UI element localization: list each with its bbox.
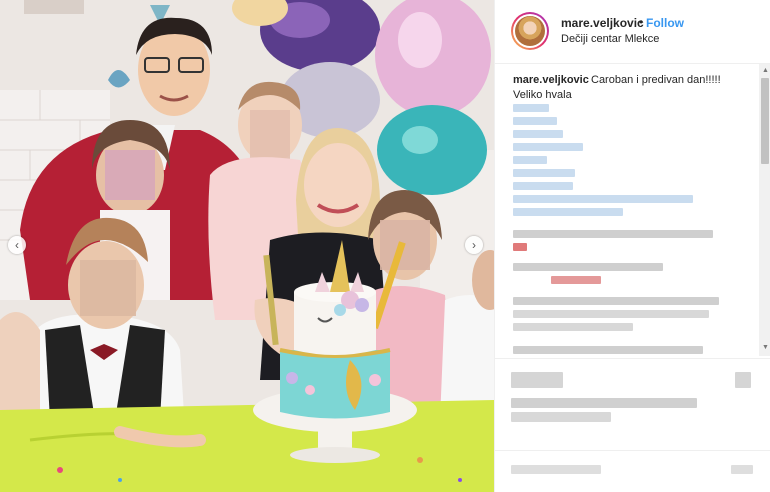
blurred-hashtag — [513, 208, 623, 216]
blurred-hashtag — [513, 156, 547, 164]
bookmark-icon-blurred[interactable] — [735, 372, 751, 388]
scroll-down-icon[interactable]: ▼ — [762, 344, 769, 351]
post-photo: ‹ › — [0, 0, 494, 492]
caption-username[interactable]: mare.veljkovic — [513, 74, 589, 86]
add-comment-blurred[interactable] — [511, 465, 601, 474]
caption-text: Caroban i predivan dan!!!!! — [591, 74, 721, 86]
blurred-comment — [513, 297, 719, 305]
likes-blurred-line2[interactable] — [511, 412, 611, 422]
follow-button[interactable]: Follow — [646, 16, 684, 30]
blurred-comment — [513, 263, 663, 271]
previous-photo-button[interactable]: ‹ — [8, 236, 26, 254]
blurred-hashtag — [513, 104, 549, 112]
avatar-image — [515, 16, 545, 46]
next-photo-button[interactable]: › — [465, 236, 483, 254]
comments-scrollbar[interactable]: ▲ ▼ — [759, 64, 770, 356]
blurred-hashtag — [513, 143, 583, 151]
blurred-hashtag — [513, 195, 693, 203]
action-icons-blurred[interactable] — [511, 372, 563, 388]
location-link[interactable]: Dečiji centar Mlekce — [561, 33, 659, 45]
header-username-link[interactable]: mare.veljkovic — [561, 16, 644, 30]
blurred-hashtag — [513, 130, 563, 138]
blurred-comment — [513, 346, 703, 354]
avatar-frame — [513, 14, 547, 48]
blurred-comment — [513, 323, 633, 331]
post-header: mare.veljkovic • Follow Dečiji centar Ml… — [495, 0, 770, 64]
scroll-up-icon[interactable]: ▲ — [762, 67, 769, 74]
scroll-thumb[interactable] — [761, 78, 769, 164]
chevron-left-icon: ‹ — [15, 238, 19, 252]
party-photo — [0, 0, 494, 492]
blurred-comment — [513, 310, 709, 318]
bottom-divider — [495, 450, 770, 451]
avatar[interactable] — [511, 12, 549, 50]
comments-list[interactable]: mare.veljkovic Caroban i predivan dan!!!… — [495, 64, 759, 356]
caption-text-line2: Veliko hvala — [513, 89, 572, 101]
blurred-comment — [513, 243, 527, 251]
post-button-blurred[interactable] — [731, 465, 753, 474]
post-sidebar: mare.veljkovic • Follow Dečiji centar Ml… — [494, 0, 770, 492]
blurred-hashtag — [513, 117, 557, 125]
blurred-comment — [551, 276, 601, 284]
separator-dot: • — [639, 15, 644, 29]
likes-blurred[interactable] — [511, 398, 697, 408]
blurred-hashtag — [513, 169, 575, 177]
chevron-right-icon: › — [472, 238, 476, 252]
actions-divider — [495, 358, 770, 359]
blurred-hashtag — [513, 182, 573, 190]
blurred-comment — [513, 230, 713, 238]
